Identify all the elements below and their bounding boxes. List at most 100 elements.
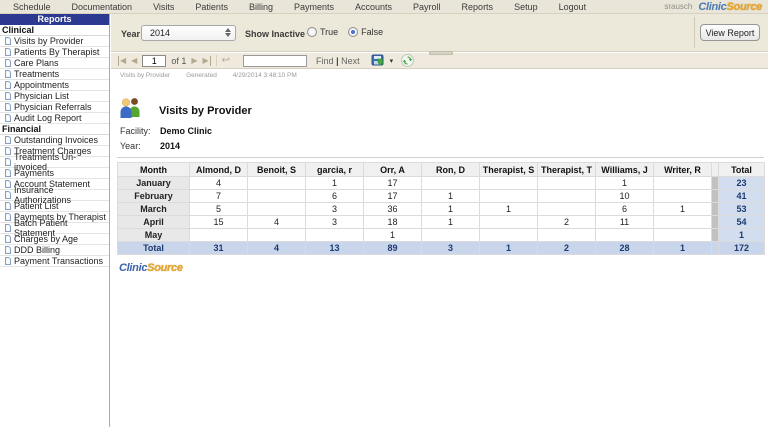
value-cell: 5 xyxy=(190,203,248,216)
report-year-label: Year: xyxy=(117,141,160,151)
table-scrollbar[interactable] xyxy=(712,203,719,216)
menu-item-schedule[interactable]: Schedule xyxy=(13,2,51,12)
sidebar-item-insurance-authorizations[interactable]: Insurance Authorizations xyxy=(0,190,109,201)
next-page-icon[interactable]: ▶ xyxy=(191,56,197,66)
sidebar-sections: ClinicalVisits by ProviderPatients By Th… xyxy=(0,25,109,267)
value-cell: 6 xyxy=(596,203,654,216)
find-text-input[interactable] xyxy=(243,55,307,67)
table-row: May11 xyxy=(118,229,765,242)
report-doc-icon xyxy=(5,48,11,56)
menu-item-logout[interactable]: Logout xyxy=(559,2,587,12)
sidebar-item-visits-by-provider[interactable]: Visits by Provider xyxy=(0,36,109,47)
facility-value: Demo Clinic xyxy=(160,126,212,136)
total-value-cell: 1 xyxy=(654,242,712,255)
sidebar-item-label: Care Plans xyxy=(14,58,59,68)
last-page-icon[interactable]: ▶ xyxy=(202,56,210,66)
report-doc-icon xyxy=(5,191,11,199)
value-cell: 11 xyxy=(596,216,654,229)
row-total-cell: 54 xyxy=(719,216,765,229)
report-doc-icon xyxy=(5,37,11,45)
sidebar-item-patients-by-therapist[interactable]: Patients By Therapist xyxy=(0,47,109,58)
clinicsource-footer-logo: ClinicSource xyxy=(117,262,764,274)
report-doc-icon xyxy=(5,59,11,67)
export-dropdown-caret-icon[interactable]: ▾ xyxy=(390,57,394,65)
sidebar-item-payment-transactions[interactable]: Payment Transactions xyxy=(0,256,109,267)
next-link[interactable]: Next xyxy=(341,56,360,66)
report-year-value: 2014 xyxy=(160,141,180,151)
sidebar-item-outstanding-invoices[interactable]: Outstanding Invoices xyxy=(0,135,109,146)
radio-false-button[interactable] xyxy=(348,27,358,37)
radio-option-true[interactable]: True xyxy=(307,27,338,37)
row-total-cell: 41 xyxy=(719,190,765,203)
report-header: Visits by Provider xyxy=(117,96,764,122)
col-header-provider: garcia, r xyxy=(306,163,364,177)
menu-item-setup[interactable]: Setup xyxy=(514,2,538,12)
table-scrollbar-end xyxy=(712,242,719,255)
table-scrollbar[interactable] xyxy=(712,216,719,229)
sidebar-item-appointments[interactable]: Appointments xyxy=(0,80,109,91)
value-cell: 6 xyxy=(306,190,364,203)
sidebar-item-care-plans[interactable]: Care Plans xyxy=(0,58,109,69)
value-cell xyxy=(480,229,538,242)
menu-item-payments[interactable]: Payments xyxy=(294,2,334,12)
month-cell: March xyxy=(118,203,190,216)
sidebar-item-audit-log-report[interactable]: Audit Log Report xyxy=(0,113,109,124)
value-cell: 3 xyxy=(306,203,364,216)
value-cell: 1 xyxy=(422,216,480,229)
sidebar-item-physician-referrals[interactable]: Physician Referrals xyxy=(0,102,109,113)
radio-option-false[interactable]: False xyxy=(348,27,383,37)
total-value-cell: 4 xyxy=(248,242,306,255)
sidebar-item-label: Charges by Age xyxy=(14,234,78,244)
people-icon xyxy=(118,96,144,118)
sidebar-title: Reports xyxy=(0,14,109,25)
menu-item-payroll[interactable]: Payroll xyxy=(413,2,441,12)
menu-items: Schedule Documentation Visits Patients Billi… xyxy=(0,2,586,12)
col-header-total: Total xyxy=(719,163,765,177)
menu-item-documentation[interactable]: Documentation xyxy=(72,2,133,12)
refresh-icon[interactable] xyxy=(401,54,414,67)
splitter-handle[interactable] xyxy=(429,51,453,55)
month-cell: May xyxy=(118,229,190,242)
page-count-label: of 1 xyxy=(171,56,186,66)
previous-page-icon[interactable]: ◀ xyxy=(131,56,137,66)
report-divider xyxy=(117,157,764,158)
sidebar-item-physician-list[interactable]: Physician List xyxy=(0,91,109,102)
page-number-input[interactable] xyxy=(142,55,166,67)
value-cell xyxy=(480,216,538,229)
sidebar-item-label: Physician List xyxy=(14,91,69,101)
menu-item-accounts[interactable]: Accounts xyxy=(355,2,392,12)
value-cell xyxy=(422,229,480,242)
year-dropdown[interactable]: 2014 xyxy=(141,25,236,41)
sidebar-item-label: Payment Transactions xyxy=(14,256,103,266)
reports-sidebar: Reports ClinicalVisits by ProviderPatien… xyxy=(0,14,110,427)
sidebar-item-treatments[interactable]: Treatments xyxy=(0,69,109,80)
sidebar-item-label: Patient List xyxy=(14,201,59,211)
menu-item-reports[interactable]: Reports xyxy=(462,2,494,12)
report-doc-icon xyxy=(5,213,11,221)
first-page-icon[interactable]: ◀ xyxy=(118,56,126,66)
table-row: January4117123 xyxy=(118,177,765,190)
table-scrollbar[interactable] xyxy=(712,163,719,177)
table-scrollbar[interactable] xyxy=(712,177,719,190)
sidebar-item-ddd-billing[interactable]: DDD Billing xyxy=(0,245,109,256)
find-link[interactable]: Find xyxy=(316,56,334,66)
table-scrollbar[interactable] xyxy=(712,229,719,242)
sidebar-item-treatments-un-invoiced[interactable]: Treatments Un-invoiced xyxy=(0,157,109,168)
radio-false-label: False xyxy=(361,27,383,37)
sidebar-item-batch-patient-statement[interactable]: Batch Patient Statement xyxy=(0,223,109,234)
value-cell: 10 xyxy=(596,190,654,203)
value-cell xyxy=(538,177,596,190)
radio-true-button[interactable] xyxy=(307,27,317,37)
menu-item-visits[interactable]: Visits xyxy=(153,2,174,12)
view-report-button[interactable]: View Report xyxy=(700,24,760,41)
value-cell: 1 xyxy=(364,229,422,242)
back-to-parent-report-icon[interactable]: ↩ xyxy=(222,55,230,66)
menu-item-patients[interactable]: Patients xyxy=(195,2,228,12)
value-cell: 7 xyxy=(190,190,248,203)
menu-item-billing[interactable]: Billing xyxy=(249,2,273,12)
value-cell xyxy=(480,190,538,203)
row-total-cell: 23 xyxy=(719,177,765,190)
year-label: Year xyxy=(121,29,140,39)
table-scrollbar[interactable] xyxy=(712,190,719,203)
export-save-icon[interactable] xyxy=(371,54,385,67)
